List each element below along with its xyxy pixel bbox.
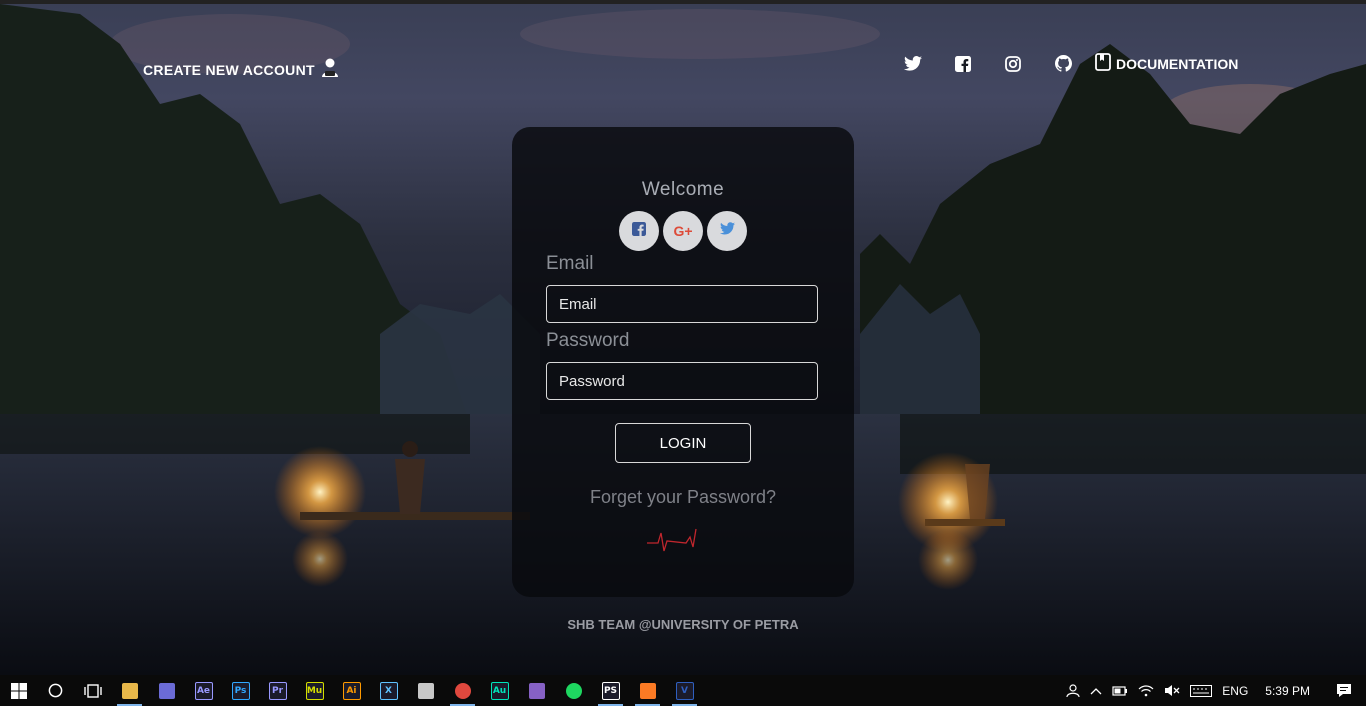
xd-icon: X	[379, 681, 398, 700]
login-card: Welcome G+ Email Password LOGIN Forget y…	[512, 127, 854, 597]
taskbar-app-app2[interactable]	[407, 675, 444, 706]
visual-paradigm-icon: V	[675, 681, 694, 700]
email-label: Email	[546, 253, 594, 274]
wifi-icon[interactable]	[1133, 684, 1159, 697]
cortana-button[interactable]	[37, 675, 74, 706]
photoshop-icon: Ps	[231, 681, 250, 700]
welcome-heading: Welcome	[641, 179, 725, 200]
taskbar-app-photoshop[interactable]: Ps	[222, 675, 259, 706]
taskbar-app-spotify[interactable]	[555, 675, 592, 706]
battery-icon[interactable]	[1107, 685, 1133, 697]
taskbar-app-chrome[interactable]	[444, 675, 481, 706]
google-plus-login-button[interactable]: G+	[663, 211, 703, 251]
heartbeat-icon	[646, 525, 698, 562]
google-plus-icon: G+	[673, 223, 693, 239]
create-new-account-link[interactable]: CREATE NEW ACCOUNT	[143, 57, 341, 82]
clock[interactable]: 5:39 PM	[1253, 684, 1328, 698]
search-circle-icon	[48, 683, 63, 698]
chevron-up-icon[interactable]	[1085, 687, 1107, 695]
taskbar-app-premiere[interactable]: Pr	[259, 675, 296, 706]
twitter-login-button[interactable]	[707, 211, 747, 251]
system-tray: ENG 5:39 PM	[1059, 675, 1366, 706]
xampp-icon	[639, 682, 656, 699]
illustrator-icon: Ai	[342, 681, 361, 700]
task-view-icon	[83, 683, 102, 698]
phpstorm-icon: PS	[601, 681, 620, 700]
taskbar-app-visual-studio[interactable]	[518, 675, 555, 706]
taskbar-app-app[interactable]	[148, 675, 185, 706]
premiere-icon: Pr	[268, 681, 287, 700]
facebook-icon[interactable]	[953, 54, 973, 74]
taskbar-app-phpstorm[interactable]: PS	[592, 675, 629, 706]
instagram-icon[interactable]	[1003, 54, 1023, 74]
volume-muted-icon[interactable]	[1159, 684, 1185, 697]
start-button[interactable]	[0, 675, 37, 706]
taskbar-app-illustrator[interactable]: Ai	[333, 675, 370, 706]
audition-icon: Au	[490, 681, 509, 700]
facebook-login-button[interactable]	[619, 211, 659, 251]
windows-taskbar: Ae Ps Pr Mu Ai X Au PS V ENG 5:39 PM	[0, 675, 1366, 706]
social-login-buttons: G+	[619, 211, 747, 251]
email-input[interactable]	[546, 285, 818, 323]
header-social-links: DOCUMENTATION	[903, 53, 1238, 74]
facebook-icon	[632, 221, 646, 241]
after-effects-icon: Ae	[194, 681, 213, 700]
task-view-button[interactable]	[74, 675, 111, 706]
twitter-icon[interactable]	[903, 54, 923, 74]
language-indicator[interactable]: ENG	[1217, 684, 1253, 698]
taskbar-app-audition[interactable]: Au	[481, 675, 518, 706]
people-icon[interactable]	[1059, 683, 1085, 698]
taskbar-app-file-explorer[interactable]	[111, 675, 148, 706]
book-icon	[1095, 53, 1111, 74]
login-button[interactable]: LOGIN	[615, 423, 751, 463]
password-input[interactable]	[546, 362, 818, 400]
footer-credit: SHB TEAM @UNIVERSITY OF PETRA	[567, 617, 799, 632]
app-icon	[158, 682, 175, 699]
documentation-label: DOCUMENTATION	[1116, 55, 1239, 72]
twitter-icon	[719, 222, 735, 240]
action-center-button[interactable]	[1328, 683, 1366, 698]
visual-studio-icon	[528, 682, 545, 699]
taskbar-app-xampp[interactable]	[629, 675, 666, 706]
muse-icon: Mu	[305, 681, 324, 700]
github-icon[interactable]	[1053, 54, 1073, 74]
password-label: Password	[546, 330, 630, 351]
user-add-icon	[319, 57, 341, 82]
taskbar-app-visual-paradigm[interactable]: V	[666, 675, 703, 706]
taskbar-app-after-effects[interactable]: Ae	[185, 675, 222, 706]
taskbar-app-muse[interactable]: Mu	[296, 675, 333, 706]
create-account-label: CREATE NEW ACCOUNT	[143, 61, 315, 78]
app2-icon	[417, 682, 434, 699]
chrome-icon	[454, 682, 471, 699]
taskbar-apps: Ae Ps Pr Mu Ai X Au PS V	[111, 675, 703, 706]
notification-icon	[1337, 684, 1351, 697]
windows-icon	[10, 682, 27, 699]
keyboard-icon[interactable]	[1185, 684, 1217, 697]
spotify-icon	[565, 682, 582, 699]
taskbar-app-xd[interactable]: X	[370, 675, 407, 706]
forgot-password-link[interactable]: Forget your Password?	[512, 487, 854, 508]
file-explorer-icon	[121, 682, 138, 699]
documentation-link[interactable]: DOCUMENTATION	[1095, 53, 1238, 74]
